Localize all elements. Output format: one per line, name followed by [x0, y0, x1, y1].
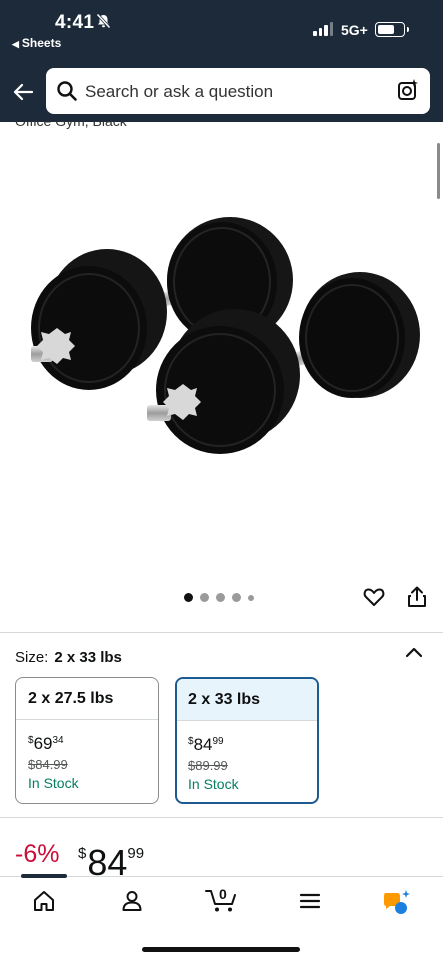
scrollbar[interactable]	[437, 143, 440, 199]
active-tab-indicator	[21, 874, 67, 878]
cellular-signal-icon	[313, 22, 333, 36]
discount-percent: -6%	[15, 840, 60, 868]
divider	[0, 632, 443, 633]
carousel-dot[interactable]	[216, 593, 225, 602]
home-indicator[interactable]	[142, 947, 300, 952]
search-input[interactable]: Search or ask a question	[85, 82, 273, 102]
size-option-list-price: $89.99	[188, 758, 228, 773]
search-icon	[57, 81, 77, 101]
size-option-price: $8499	[188, 735, 224, 754]
chevron-up-icon[interactable]	[404, 645, 424, 661]
back-arrow-icon[interactable]	[11, 80, 35, 104]
share-icon[interactable]	[406, 585, 428, 609]
status-time: 4:41	[55, 12, 95, 33]
back-app-label: Sheets	[21, 36, 62, 50]
product-page: 4:41 ◀ Sheets 5G+ Search or ask a questio…	[0, 0, 443, 960]
heart-icon[interactable]	[362, 585, 386, 609]
size-option-27-5-lbs[interactable]: 2 x 27.5 lbs $6934 $84.99 In Stock	[15, 677, 159, 804]
carousel-dot[interactable]	[232, 593, 241, 602]
size-label: Size:	[15, 649, 49, 666]
app-header: 4:41 ◀ Sheets 5G+ Search or ask a questio…	[0, 0, 443, 122]
home-icon[interactable]	[32, 889, 56, 913]
size-option-price: $6934	[28, 734, 64, 753]
back-to-app-link[interactable]: ◀ Sheets	[12, 36, 61, 50]
account-icon[interactable]	[120, 889, 144, 913]
bell-slash-icon	[96, 13, 111, 29]
size-option-name: 2 x 33 lbs	[177, 679, 317, 721]
size-option-33-lbs[interactable]: 2 x 33 lbs $8499 $89.99 In Stock	[175, 677, 319, 804]
search-bar[interactable]: Search or ask a question	[46, 68, 430, 114]
back-triangle-icon: ◀	[12, 39, 19, 49]
camera-search-icon[interactable]	[397, 78, 419, 102]
size-option-list-price: $84.99	[28, 757, 68, 772]
rufus-assistant-icon[interactable]	[382, 889, 412, 917]
size-option-name: 2 x 27.5 lbs	[16, 678, 158, 720]
image-carousel-dots[interactable]	[184, 593, 254, 602]
carousel-dot[interactable]	[200, 593, 209, 602]
size-selected-value: 2 x 33 lbs	[54, 649, 122, 666]
size-option-availability: In Stock	[28, 775, 79, 791]
product-image-dumbbells[interactable]	[15, 200, 430, 490]
cart-count: 0	[219, 886, 227, 902]
size-label-row: Size: 2 x 33 lbs	[15, 649, 122, 666]
divider	[0, 817, 443, 818]
cart-button[interactable]: 0	[205, 886, 239, 914]
size-option-availability: In Stock	[188, 776, 239, 792]
carousel-dot[interactable]	[184, 593, 193, 602]
carousel-dot[interactable]	[248, 594, 254, 601]
network-type: 5G+	[341, 22, 368, 38]
battery-icon	[375, 22, 409, 37]
menu-icon[interactable]	[298, 889, 322, 913]
bottom-nav-bar: 0	[0, 874, 443, 960]
